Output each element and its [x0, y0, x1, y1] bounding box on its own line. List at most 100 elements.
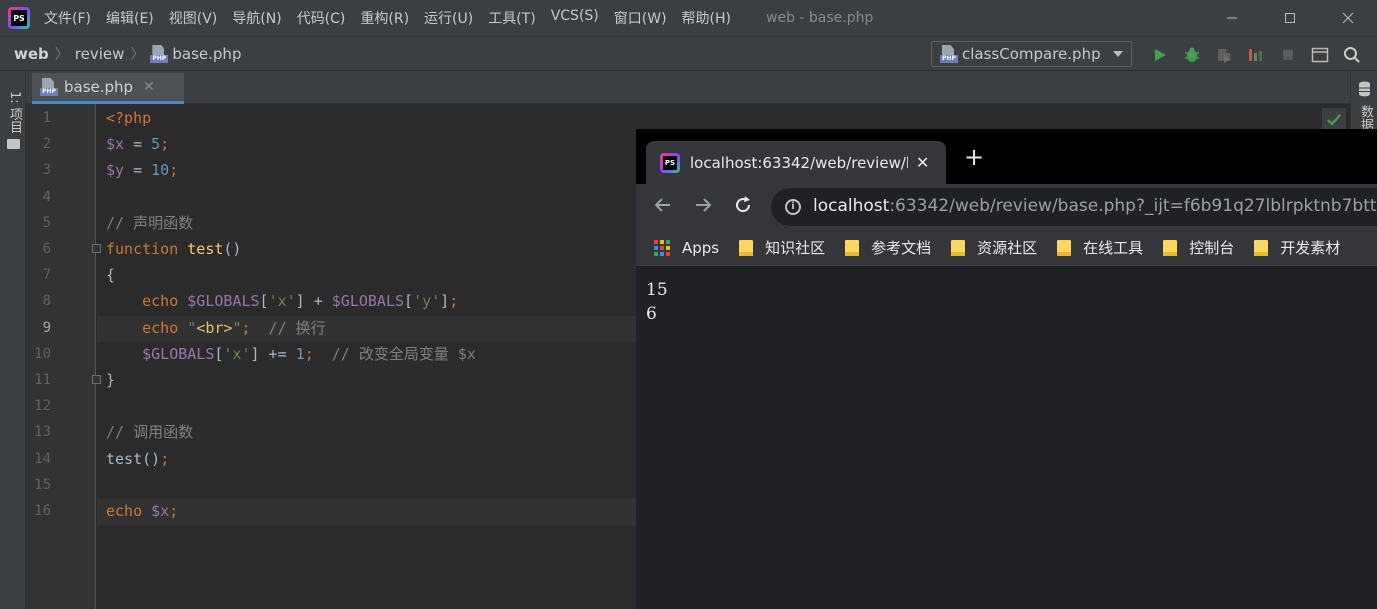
code-line[interactable]: }	[106, 367, 115, 393]
apps-grid-icon	[654, 239, 670, 256]
run-button[interactable]	[1144, 37, 1176, 72]
line-number: 11	[34, 372, 51, 388]
menu-help[interactable]: 帮助(H)	[682, 8, 731, 28]
code-line[interactable]: <?php	[106, 105, 151, 131]
bookmark-folder[interactable]: 资源社区	[951, 237, 1037, 258]
project-tool-tab[interactable]: 1: 项目	[3, 79, 23, 219]
line-number: 13	[34, 424, 51, 441]
code-token: ;	[160, 449, 170, 468]
reload-button[interactable]	[731, 195, 755, 219]
bookmark-label: Apps	[682, 238, 720, 257]
breadcrumb-file[interactable]: base.php	[172, 45, 241, 63]
code-line[interactable]: // 调用函数	[106, 419, 193, 445]
menu-navigate[interactable]: 导航(N)	[232, 8, 281, 28]
bookmark-label: 资源社区	[977, 239, 1038, 257]
code-line[interactable]: echo "<br>"; // 换行	[106, 315, 326, 341]
close-icon[interactable]: ✕	[143, 79, 155, 95]
checkmark-icon	[1327, 114, 1341, 126]
menu-code[interactable]: 代码(C)	[297, 8, 346, 28]
line-number: 4	[42, 188, 51, 205]
forward-button[interactable]	[691, 195, 715, 219]
code-token: $x	[106, 135, 125, 154]
bookmark-label: 开发素材	[1280, 239, 1341, 257]
browser-tab-strip: PS localhost:63342/web/review/b ✕ +	[636, 129, 1377, 184]
window-title: web - base.php	[766, 10, 874, 26]
search-everywhere-button[interactable]	[1336, 37, 1368, 72]
phpstorm-favicon-icon: PS	[660, 152, 680, 173]
line-number: 1	[42, 110, 51, 126]
bug-icon	[1185, 47, 1199, 62]
code-token: test	[187, 240, 224, 258]
breadcrumb-project[interactable]: web	[14, 45, 49, 63]
line-number: 14	[34, 450, 51, 467]
profile-icon	[1249, 48, 1262, 61]
code-line[interactable]: function test()	[106, 236, 241, 262]
code-token: $GLOBALS	[142, 344, 215, 363]
code-token: ;	[449, 292, 459, 311]
code-token: 1	[295, 344, 305, 363]
bookmarks-bar: Apps 知识社区 参考文档 资源社区 在线工具 控制台 开发素材	[636, 230, 1377, 266]
line-number: 3	[42, 162, 51, 179]
debug-button[interactable]	[1176, 37, 1208, 72]
code-token: [	[259, 292, 269, 311]
breadcrumb-folder[interactable]: review	[75, 45, 125, 63]
code-token: echo	[142, 292, 188, 311]
code-line[interactable]: echo $GLOBALS['x'] + $GLOBALS['y'];	[106, 288, 458, 314]
code-line[interactable]: echo $x;	[106, 498, 178, 524]
url-text[interactable]: localhost:63342/web/review/base.php?_ijt…	[813, 196, 1377, 216]
coverage-button[interactable]	[1208, 37, 1240, 72]
bookmark-apps[interactable]: Apps	[654, 239, 719, 257]
folder-icon	[1057, 239, 1072, 256]
new-tab-button[interactable]: +	[962, 145, 986, 170]
code-line[interactable]: {	[106, 262, 115, 288]
bookmark-folder[interactable]: 控制台	[1163, 237, 1234, 258]
menu-tools[interactable]: 工具(T)	[488, 8, 535, 28]
stop-button[interactable]	[1272, 37, 1304, 72]
database-icon[interactable]	[1358, 81, 1371, 97]
info-icon[interactable]: i	[785, 199, 801, 215]
menu-file[interactable]: 文件(F)	[44, 8, 91, 28]
editor-tab-bar: PHP base.php ✕	[26, 71, 1350, 104]
run-configuration-select[interactable]: PHP classCompare.php	[931, 41, 1132, 67]
browser-window: PS localhost:63342/web/review/b ✕ + i lo…	[636, 129, 1377, 609]
menu-run[interactable]: 运行(U)	[424, 8, 473, 28]
editor-tab-base-php[interactable]: PHP base.php ✕	[32, 73, 184, 104]
menu-vcs[interactable]: VCS(S)	[551, 8, 599, 28]
address-bar[interactable]: i localhost:63342/web/review/base.php?_i…	[771, 188, 1377, 226]
browser-tab[interactable]: PS localhost:63342/web/review/b ✕	[646, 141, 946, 184]
bookmark-label: 控制台	[1189, 239, 1235, 257]
line-number: 12	[34, 398, 51, 415]
breadcrumb-separator-icon: 〉	[54, 46, 69, 63]
minimize-button[interactable]	[1203, 0, 1261, 36]
folder-icon	[845, 239, 860, 256]
code-token: $y	[106, 161, 125, 180]
menu-refactor[interactable]: 重构(R)	[360, 8, 409, 28]
fold-marker-icon[interactable]	[92, 375, 101, 384]
maximize-button[interactable]	[1261, 0, 1319, 36]
bookmark-folder[interactable]: 知识社区	[739, 237, 825, 258]
line-number: 15	[34, 476, 51, 493]
fold-marker-icon[interactable]	[92, 244, 101, 253]
code-token: test	[106, 449, 143, 468]
code-line[interactable]: $GLOBALS['x'] += 1; // 改变全局变量 $x	[106, 341, 476, 367]
code-line[interactable]: test();	[106, 446, 169, 472]
bookmark-folder[interactable]: 在线工具	[1057, 237, 1143, 258]
code-line[interactable]: // 声明函数	[106, 210, 193, 236]
code-line[interactable]: $x = 5;	[106, 131, 169, 157]
code-token: 'x'	[268, 292, 296, 311]
menu-edit[interactable]: 编辑(E)	[106, 8, 154, 28]
code-token: <?php	[106, 109, 152, 127]
menu-view[interactable]: 视图(V)	[169, 8, 218, 28]
php-file-icon: PHP	[150, 44, 169, 63]
code-token: ;	[241, 318, 251, 337]
bookmark-folder[interactable]: 参考文档	[845, 237, 931, 258]
menu-window[interactable]: 窗口(W)	[614, 8, 667, 28]
terminal-window-button[interactable]	[1304, 37, 1336, 72]
back-button[interactable]	[651, 195, 675, 219]
code-line[interactable]: $y = 10;	[106, 157, 178, 183]
bookmark-folder[interactable]: 开发素材	[1254, 237, 1340, 258]
close-icon[interactable]: ✕	[916, 153, 929, 172]
profile-button[interactable]	[1240, 37, 1272, 72]
close-window-button[interactable]	[1319, 0, 1377, 36]
